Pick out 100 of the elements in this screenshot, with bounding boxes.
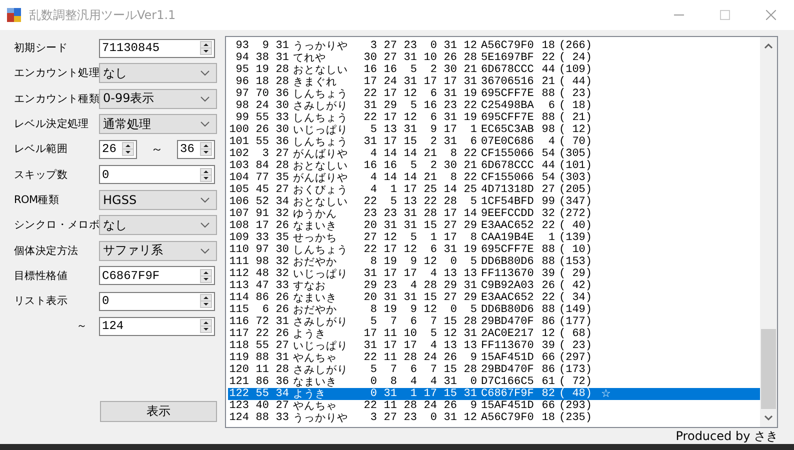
close-icon[interactable] [766, 10, 776, 20]
list-cell-text: 6 [409, 316, 417, 328]
list-row[interactable]: 117 22 26 ようき 17 11 10 5 12 31 2AC0E217 12 ( 68) [228, 328, 760, 340]
list-cell: D7C166C5 [481, 376, 535, 388]
list-cell: 29BD470F [481, 316, 535, 328]
number-field[interactable]: 0 [99, 292, 215, 311]
list-cell: 4D71318D [481, 184, 535, 196]
list-cell: 119 [228, 352, 249, 364]
show-button[interactable]: 表示 [100, 401, 217, 422]
list-cell-text: 17 [442, 208, 457, 220]
dropdown[interactable]: なし [99, 215, 217, 236]
list-cell-text: 29 [462, 292, 477, 304]
list-row[interactable]: 118 55 27 いじっぱり 31 17 17 4 13 13 FF113670 39 ( 23) [228, 340, 760, 352]
dropdown[interactable]: 通常処理 [99, 114, 217, 134]
list-row[interactable]: 102 3 27 がんばりや 4 14 14 21 8 22 CF155066 54 (305) [228, 148, 760, 160]
dropdown[interactable]: なし [99, 63, 217, 84]
number-field[interactable]: 26 [99, 140, 137, 159]
list-cell-text: 31 [402, 76, 417, 88]
list-row[interactable]: 110 97 30 しんちょう 22 17 12 6 31 19 695CFF7E 88 ( 10) [228, 244, 760, 256]
spin-buttons-icon[interactable] [200, 294, 212, 308]
dropdown[interactable]: 0-99表示 [99, 88, 217, 109]
list-row[interactable]: 105 45 27 おくびょう 4 1 17 25 14 25 4D71318D 27 (205) [228, 184, 760, 196]
list-cell-text: 28 [462, 364, 477, 376]
list-row[interactable]: 109 33 35 せっかち 27 12 5 1 17 8 CAA19B4E 1 (139) [228, 232, 760, 244]
list-row[interactable]: 98 24 30 さみしがり 31 29 5 16 23 22 C25498BA 6 ( 18) [228, 100, 760, 112]
list-row[interactable]: 121 86 36 なまいき 0 8 4 4 31 0 D7C166C5 61 ( 72) [228, 376, 760, 388]
list-row[interactable]: 93 9 31 うっかりや 3 27 23 0 31 12 A56C79F0 18 (266) [228, 40, 760, 52]
list-row[interactable]: 114 86 26 なまいき 20 31 31 15 27 29 E3AAC652 22 ( 34) [228, 292, 760, 304]
scroll-down-icon[interactable] [764, 415, 773, 421]
list-row[interactable]: 107 91 32 ゆうかん 23 23 31 28 17 14 9EEFCCDD 32 (272) [228, 208, 760, 220]
list-cell-text: 6 [469, 136, 477, 148]
list-cell-text: 31 [382, 292, 397, 304]
list-cell: ( 24) [559, 52, 591, 64]
list-row[interactable]: 124 88 33 うっかりや 3 27 23 0 31 12 A56C79F0 18 (235) [228, 412, 760, 424]
number-field[interactable]: 71130845 [99, 38, 215, 58]
spin-buttons-icon[interactable] [200, 142, 212, 156]
list-row[interactable]: 95 19 28 おとなしい 16 16 5 2 30 21 6D678CCC 44 (109) [228, 64, 760, 76]
spin-buttons-icon[interactable] [200, 268, 212, 283]
spin-buttons-icon[interactable] [200, 319, 212, 334]
list-row[interactable]: 116 72 31 さみしがり 5 7 6 7 15 28 29BD470F 86 (177) [228, 316, 760, 328]
list-row[interactable]: 106 52 34 おとなしい 22 5 13 22 28 5 1CF54BFD 99 (347) [228, 196, 760, 208]
spin-buttons-icon[interactable] [200, 168, 212, 182]
number-field[interactable]: 0 [99, 165, 215, 184]
list-row[interactable]: 94 38 31 てれや 30 27 31 10 26 28 5E1697BF 22 ( 24) [228, 52, 760, 64]
list-cell-text: 9 [469, 400, 477, 412]
list-row[interactable]: 115 6 26 おだやか 8 19 9 12 0 5 DD6B80D6 88 (149) [228, 304, 760, 316]
list-cell-text: おくびょう [293, 184, 349, 196]
list-cell-text: 77 [254, 172, 269, 184]
list-row[interactable]: 100 26 30 いじっぱり 5 13 31 9 17 1 EC65C3AB 98 ( 12) [228, 124, 760, 136]
list-cell-text: てれや [293, 52, 327, 64]
number-field[interactable]: C6867F9F [99, 266, 215, 286]
list-row[interactable]: 104 77 35 がんばりや 4 14 14 21 8 22 CF155066 54 (303) [228, 172, 760, 184]
list-cell-text: 86 [254, 292, 269, 304]
scroll-thumb[interactable] [761, 329, 776, 409]
list-cell-text: なまいき [293, 220, 338, 232]
list-cell-text: 19 [382, 256, 397, 268]
list-row[interactable]: 97 70 36 しんちょう 22 17 12 6 31 19 695CFF7E 88 ( 23) [228, 88, 760, 100]
list-cell-text: 1 [547, 232, 555, 244]
list-cell: 112 [228, 268, 249, 280]
list-cell-text: 28 [422, 280, 437, 292]
list-cell-text: 99 [540, 196, 555, 208]
spin-buttons-icon[interactable] [200, 41, 212, 56]
list-row[interactable]: 101 55 36 しんちょう 31 17 15 2 31 6 07E0C686 4 ( 70) [228, 136, 760, 148]
list-cell-text: 95 [234, 64, 249, 76]
list-row[interactable]: 120 11 28 さみしがり 5 7 6 7 15 28 29BD470F 86 (173) [228, 364, 760, 376]
list-row[interactable]: 111 98 32 おだやか 8 19 9 12 0 5 DD6B80D6 88 (153) [228, 256, 760, 268]
list-cell-text: 5 [469, 196, 477, 208]
list-cell-text: 31 [362, 136, 377, 148]
scroll-up-icon[interactable] [764, 43, 773, 49]
number-field[interactable]: 36 [177, 140, 215, 159]
list-row[interactable]: 122 55 34 ようき 0 31 1 17 15 31 C6867F9F 82 ( 48) ☆ [228, 388, 760, 400]
list-row[interactable]: 96 18 28 きまぐれ 17 24 31 17 17 31 36706516 21 ( 44) [228, 76, 760, 88]
list-cell-text: 31 [442, 40, 457, 52]
dropdown[interactable]: HGSS [99, 190, 217, 210]
field-label: エンカウント種類 [14, 92, 99, 106]
range-separator: ～ [150, 140, 164, 158]
list-cell-text: 66 [540, 352, 555, 364]
list-cell-text: 13 [462, 340, 477, 352]
dropdown[interactable]: サファリ系 [99, 240, 217, 261]
list-row[interactable]: 119 88 31 やんちゃ 22 11 28 24 26 9 15AF451D 66 (297) [228, 352, 760, 364]
list-cell-text: 31 [274, 52, 289, 64]
list-row[interactable]: 112 48 32 いじっぱり 31 17 17 4 13 13 FF113670 39 ( 29) [228, 268, 760, 280]
list-row[interactable]: 103 84 28 おとなしい 16 16 5 2 30 21 6D678CCC 44 (101) [228, 160, 760, 172]
spin-buttons-icon[interactable] [122, 142, 134, 156]
list-cell: 114 [228, 292, 249, 304]
list-row[interactable]: 99 55 33 しんちょう 22 17 12 6 31 19 695CFF7E 88 ( 21) [228, 112, 760, 124]
list-cell: DD6B80D6 [481, 304, 535, 316]
list-row[interactable]: 113 47 33 すなお 29 23 4 28 29 31 C9B92A03 26 ( 42) [228, 280, 760, 292]
scrollbar[interactable] [760, 37, 777, 427]
list-cell-text: 20 [362, 220, 377, 232]
list-cell-text: 17 [402, 184, 417, 196]
number-field[interactable]: 124 [99, 316, 215, 336]
list-cell: E3AAC652 [481, 292, 535, 304]
list-cell-text: 14 [462, 208, 477, 220]
list-row[interactable]: 123 40 27 やんちゃ 22 11 28 24 26 9 15AF451D 66 (293) [228, 400, 760, 412]
list-cell-text: 28 [462, 52, 477, 64]
list-row[interactable]: 108 17 26 なまいき 20 31 31 15 27 29 E3AAC652 22 ( 40) [228, 220, 760, 232]
list-cell-text: 9 [429, 124, 437, 136]
list-cell: 108 [228, 220, 249, 232]
list-cell-text: 5 [369, 364, 377, 376]
